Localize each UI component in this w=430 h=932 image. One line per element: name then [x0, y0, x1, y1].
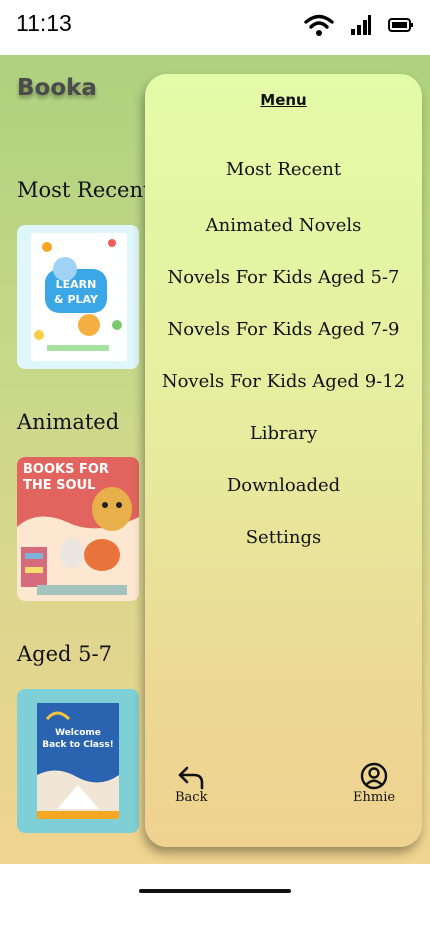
- menu-item-animated-novels[interactable]: Animated Novels: [145, 215, 422, 236]
- section-title-aged-5-7: Aged 5-7: [17, 642, 112, 666]
- back-button[interactable]: Back: [175, 764, 207, 805]
- section-title-most-recent: Most Recent: [17, 178, 152, 202]
- wifi-icon: [304, 14, 334, 36]
- cellular-signal-icon: [351, 15, 371, 35]
- menu-item-aged-5-7[interactable]: Novels For Kids Aged 5-7: [145, 267, 422, 288]
- cover-title-line-2: Back to Class!: [42, 740, 114, 750]
- menu-title: Menu: [260, 91, 307, 109]
- home-indicator[interactable]: [139, 889, 291, 893]
- cover-title-line-2: THE SOUL: [23, 478, 95, 493]
- menu-item-downloaded[interactable]: Downloaded: [145, 475, 422, 496]
- menu-item-aged-7-9[interactable]: Novels For Kids Aged 7-9: [145, 319, 422, 340]
- account-icon: [360, 762, 388, 790]
- menu-item-most-recent[interactable]: Most Recent: [145, 159, 422, 180]
- section-title-animated: Animated: [17, 410, 120, 434]
- back-arrow-icon: [178, 766, 204, 790]
- app-title: Booka: [17, 75, 97, 101]
- status-time: 11:13: [16, 10, 72, 36]
- book-cover-books-for-the-soul[interactable]: BOOKS FOR THE SOUL: [17, 457, 139, 601]
- battery-icon: [388, 18, 413, 32]
- cover-title-line-1: LEARN: [56, 278, 97, 291]
- menu-item-aged-9-12[interactable]: Novels For Kids Aged 9-12: [145, 371, 422, 392]
- menu-item-settings[interactable]: Settings: [145, 527, 422, 548]
- profile-button[interactable]: Ehmie: [353, 762, 395, 805]
- status-icons: [304, 13, 414, 37]
- menu-item-library[interactable]: Library: [145, 423, 422, 444]
- cover-title-line-2: & PLAY: [54, 293, 99, 306]
- cover-title-line-1: Welcome: [55, 728, 101, 738]
- side-menu: Menu Most Recent Animated Novels Novels …: [145, 74, 422, 847]
- status-bar: 11:13: [0, 0, 430, 55]
- cover-title-line-1: BOOKS FOR: [23, 462, 109, 477]
- profile-label: Ehmie: [353, 790, 396, 805]
- book-cover-welcome-back-to-class[interactable]: Welcome Back to Class!: [17, 689, 139, 833]
- back-label: Back: [175, 790, 208, 805]
- book-cover-learn-and-play[interactable]: LEARN & PLAY: [17, 225, 139, 369]
